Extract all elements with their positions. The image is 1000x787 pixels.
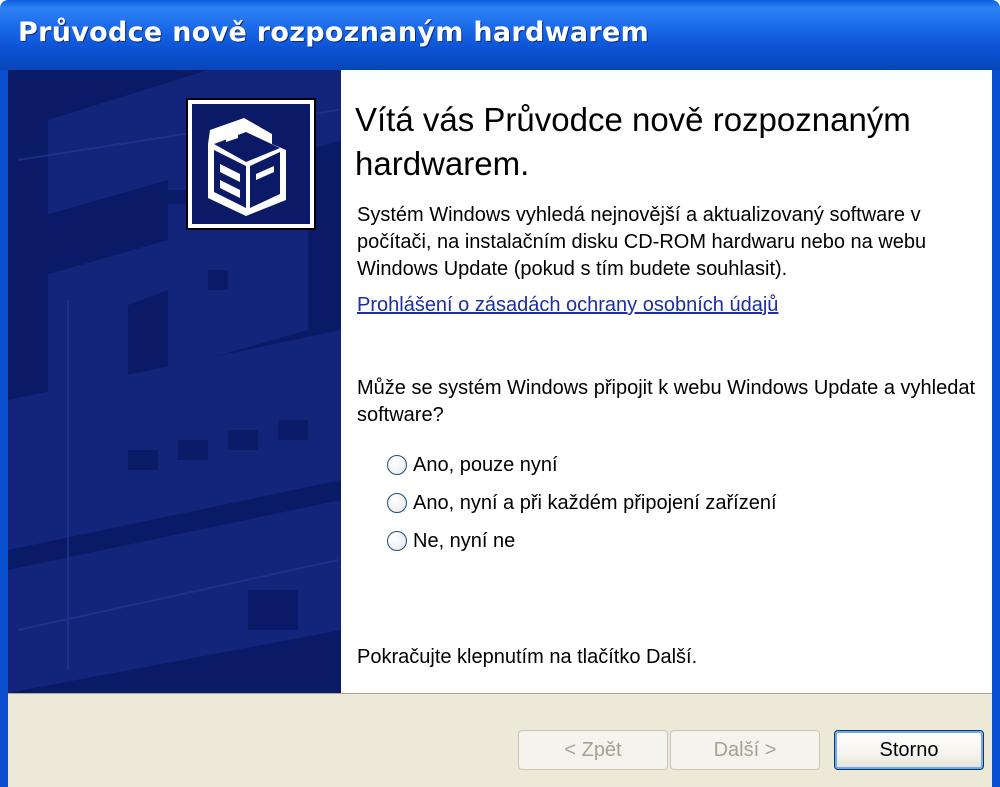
back-button[interactable]: < Zpět [518,730,668,770]
update-question: Může se systém Windows připojit k webu W… [357,377,976,426]
next-button[interactable]: Další > [670,730,820,770]
radio-option-no[interactable]: Ne, nyní ne [387,526,515,556]
privacy-statement-link[interactable]: Prohlášení o zásadách ochrany osobních ú… [357,294,778,317]
wizard-content: Vítá vás Průvodce nově rozpoznaným hardw… [341,70,992,693]
radio-label[interactable]: Ano, nyní a při každém připojení zařízen… [413,492,777,515]
title-bar[interactable]: Průvodce nově rozpoznaným hardwarem [0,0,1000,70]
radio-option-yes-this-time[interactable]: Ano, pouze nyní [387,450,558,480]
window-frame-left [0,70,8,787]
radio-button[interactable] [387,493,407,513]
window-title: Průvodce nově rozpoznaným hardwarem [18,17,650,48]
cancel-button[interactable]: Storno [834,730,984,770]
radio-label[interactable]: Ano, pouze nyní [413,454,558,477]
hardware-device-icon [186,98,316,230]
wizard-banner [8,70,341,693]
radio-button[interactable] [387,531,407,551]
continue-hint: Pokračujte klepnutím na tlačítko Další. [357,646,698,668]
welcome-heading: Vítá vás Průvodce nově rozpoznaným hardw… [355,101,911,182]
wizard-button-bar: < Zpět Další > Storno [8,693,992,787]
radio-label[interactable]: Ne, nyní ne [413,530,515,553]
wizard-window: Průvodce nově rozpoznaným hardwarem Vítá… [0,0,1000,787]
window-frame-right [992,70,1000,787]
wizard-description: Systém Windows vyhledá nejnovější a aktu… [357,204,927,280]
radio-option-yes-always[interactable]: Ano, nyní a při každém připojení zařízen… [387,488,777,518]
radio-button[interactable] [387,455,407,475]
